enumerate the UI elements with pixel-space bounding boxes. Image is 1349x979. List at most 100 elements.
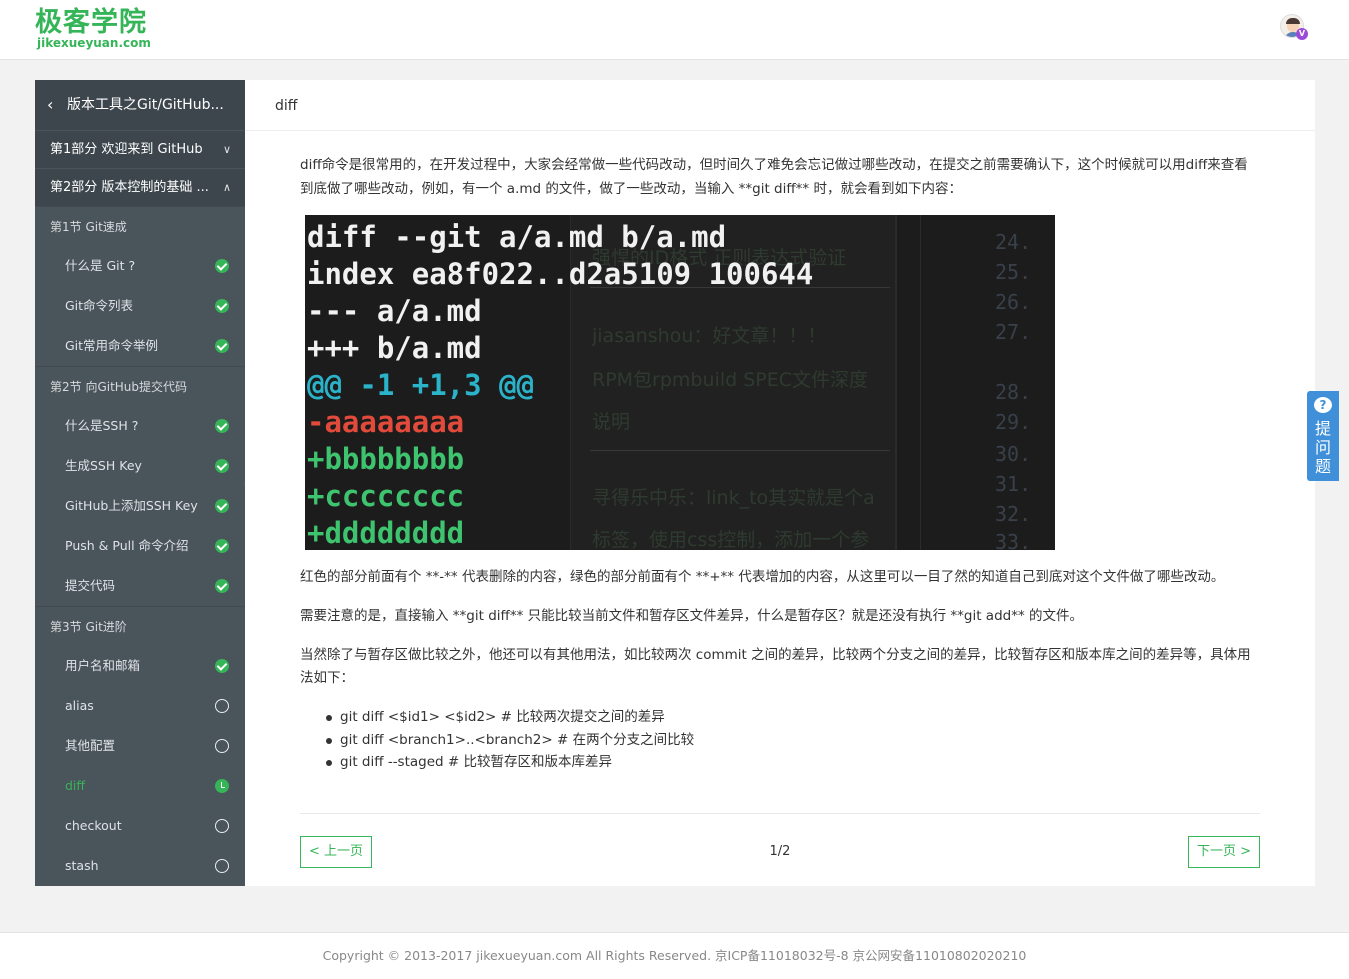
line-number: 33.	[995, 530, 1032, 550]
diff-code-line: -aaaaaaaa	[307, 405, 465, 439]
completed-check-icon	[215, 339, 229, 353]
list-item: git diff <branch1>..<branch2> # 在两个分支之间比…	[326, 729, 1260, 752]
page-indicator: 1/2	[769, 844, 791, 859]
sidebar-lesson[interactable]: Git常用命令举例	[35, 326, 245, 366]
intro-paragraph: diff命令是很常用的，在开发过程中，大家会经常做一些代码改动，但时间久了难免会…	[300, 157, 1248, 197]
course-sidebar: ‹ 版本工具之Git/GitHub... 第1部分 欢迎来到 GitHub ∨ …	[35, 80, 245, 886]
sidebar-section: 第3节 Git进阶	[35, 606, 245, 646]
lesson-label: 提交代码	[65, 578, 116, 593]
part-label: 第1部分 欢迎来到 GitHub	[50, 142, 203, 157]
lesson-label: Git命令列表	[65, 298, 134, 313]
line-number: 24.	[995, 230, 1032, 254]
completed-check-icon	[215, 419, 229, 433]
diff-code-line: +cccccccc	[307, 479, 465, 513]
sidebar-lesson[interactable]: stash	[35, 846, 245, 886]
diff-code-line: --- a/a.md	[307, 294, 482, 328]
diff-code-block: diff --git a/a.md b/a.md index ea8f022..d…	[307, 219, 813, 550]
body-paragraph: 需要注意的是，直接输入 **git diff** 只能比较当前文件和暂存区文件差…	[300, 608, 1084, 624]
not-started-circle-icon	[215, 859, 229, 873]
diff-code-line: diff --git a/a.md b/a.md	[307, 220, 727, 254]
back-arrow-icon[interactable]: ‹	[47, 80, 53, 130]
diff-code-line: index ea8f022..d2a5109 100644	[307, 257, 814, 291]
diff-code-line: @@ -1 +1,3 @@	[307, 368, 534, 402]
ask-question-button[interactable]: ? 提问题	[1307, 391, 1339, 481]
not-started-circle-icon	[215, 699, 229, 713]
line-number: 27.	[995, 320, 1032, 344]
lesson-label: 用户名和邮箱	[65, 658, 141, 673]
diff-code-line: +++ b/a.md	[307, 331, 482, 365]
sidebar-lesson[interactable]: Push & Pull 命令介绍	[35, 526, 245, 566]
git-diff-screenshot: 强悍的ID格式 正则表达式验证 jiasanshou：好文章！！！ RPM包rp…	[305, 215, 1055, 550]
sidebar-lesson[interactable]: checkout	[35, 806, 245, 846]
vip-badge-icon: V	[1296, 28, 1308, 40]
sidebar-lesson[interactable]: GitHub上添加SSH Key	[35, 486, 245, 526]
body-paragraph: 红色的部分前面有个 **-** 代表删除的内容，绿色的部分前面有个 **+** …	[300, 569, 1225, 585]
lesson-title: diff	[245, 80, 1315, 131]
sidebar-section: 第1节 Git速成	[35, 206, 245, 246]
course-title: 版本工具之Git/GitHub...	[67, 97, 224, 113]
line-number: 29.	[995, 410, 1032, 434]
prev-page-button[interactable]: < 上一页	[300, 836, 372, 868]
article-intro: diff命令是很常用的，在开发过程中，大家会经常做一些代码改动，但时间久了难免会…	[300, 153, 1260, 215]
line-number: 31.	[995, 472, 1032, 496]
course-title-bar[interactable]: ‹ 版本工具之Git/GitHub...	[35, 80, 245, 130]
sidebar-lesson-current[interactable]: diff	[35, 766, 245, 806]
diff-code-line: +bbbbbbbb	[307, 442, 465, 476]
completed-check-icon	[215, 259, 229, 273]
lesson-label: GitHub上添加SSH Key	[65, 498, 198, 513]
lesson-label: 生成SSH Key	[65, 458, 142, 473]
lesson-label: 其他配置	[65, 738, 116, 753]
chevron-up-icon: ∧	[222, 181, 231, 194]
sidebar-lesson[interactable]: 什么是 Git ?	[35, 246, 245, 286]
line-number: 25.	[995, 260, 1032, 284]
completed-check-icon	[215, 459, 229, 473]
completed-check-icon	[215, 659, 229, 673]
lesson-label: 什么是 Git ?	[65, 258, 136, 273]
next-page-button[interactable]: 下一页 >	[1188, 836, 1260, 868]
part-label: 第2部分 版本控制的基础 ...	[50, 180, 209, 195]
footer-copyright: Copyright © 2013-2017 jikexueyuan.com Al…	[0, 932, 1349, 979]
sidebar-section: 第2节 向GitHub提交代码	[35, 366, 245, 406]
sidebar-lesson[interactable]: 其他配置	[35, 726, 245, 766]
lesson-label: diff	[65, 778, 86, 793]
list-item: git diff <$id1> <$id2> # 比较两次提交之间的差异	[326, 706, 1260, 729]
body-paragraph: 当然除了与暂存区做比较之外，他还可以有其他用法，如比较两次 commit 之间的…	[300, 647, 1251, 686]
line-number: 32.	[995, 502, 1032, 526]
in-progress-clock-icon	[215, 779, 229, 793]
list-item: git diff --staged # 比较暂存区和版本库差异	[326, 751, 1260, 774]
sidebar-lesson[interactable]: alias	[35, 686, 245, 726]
top-header: 极客学院 jikexueyuan.com V	[0, 0, 1349, 60]
ask-question-label: 提问题	[1314, 419, 1331, 476]
article-body: 红色的部分前面有个 **-** 代表删除的内容，绿色的部分前面有个 **+** …	[300, 566, 1260, 774]
not-started-circle-icon	[215, 739, 229, 753]
lesson-label: Push & Pull 命令介绍	[65, 538, 189, 553]
completed-check-icon	[215, 539, 229, 553]
lesson-label: stash	[65, 858, 99, 873]
lesson-content: diff diff命令是很常用的，在开发过程中，大家会经常做一些代码改动，但时间…	[245, 80, 1315, 886]
line-number: 28.	[995, 380, 1032, 404]
not-started-circle-icon	[215, 819, 229, 833]
sidebar-lesson[interactable]: 提交代码	[35, 566, 245, 606]
sidebar-part-1[interactable]: 第1部分 欢迎来到 GitHub ∨	[35, 130, 245, 168]
site-logo-url[interactable]: jikexueyuan.com	[37, 36, 151, 50]
diff-code-line: +dddddddd	[307, 516, 465, 550]
usage-list: git diff <$id1> <$id2> # 比较两次提交之间的差异 git…	[300, 706, 1260, 774]
sidebar-lesson[interactable]: 用户名和邮箱	[35, 646, 245, 686]
sidebar-part-2[interactable]: 第2部分 版本控制的基础 ... ∧	[35, 168, 245, 206]
completed-check-icon	[215, 299, 229, 313]
completed-check-icon	[215, 499, 229, 513]
sidebar-lesson[interactable]: 什么是SSH ?	[35, 406, 245, 446]
lesson-label: alias	[65, 698, 94, 713]
lesson-label: checkout	[65, 818, 122, 833]
line-number: 30.	[995, 442, 1032, 466]
sidebar-lesson[interactable]: Git命令列表	[35, 286, 245, 326]
completed-check-icon	[215, 579, 229, 593]
lesson-label: 什么是SSH ?	[65, 418, 139, 433]
site-logo[interactable]: 极客学院	[35, 7, 147, 39]
sidebar-lesson[interactable]: 生成SSH Key	[35, 446, 245, 486]
question-bubble-icon: ?	[1314, 397, 1332, 413]
line-number: 26.	[995, 290, 1032, 314]
lesson-label: Git常用命令举例	[65, 338, 159, 353]
chevron-down-icon: ∨	[222, 143, 231, 156]
divider	[300, 813, 1260, 814]
